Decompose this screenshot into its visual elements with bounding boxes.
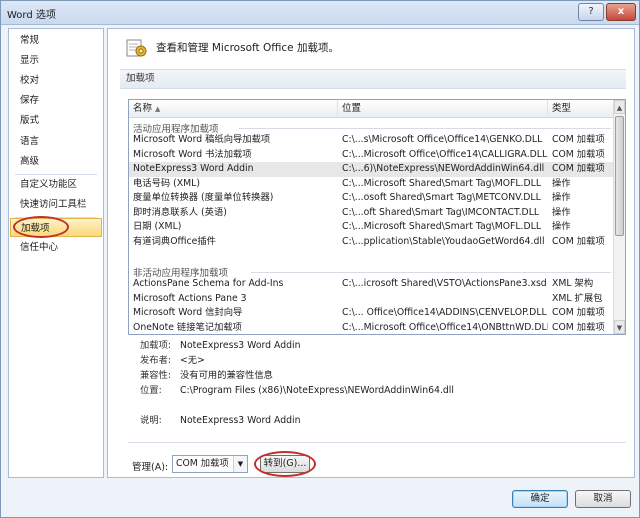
nav-item-customize-ribbon[interactable]: 自定义功能区 [10,175,102,194]
table-row[interactable]: 即时消息联系人 (英语) C:\...oft Shared\Smart Tag\… [129,206,614,221]
addin-gear-icon [126,39,147,57]
table-row-selected[interactable]: NoteExpress3 Word Addin C:\...6)\NoteExp… [129,162,614,177]
manage-select[interactable]: COM 加载项 ▼ [172,455,248,473]
nav-item-general[interactable]: 常规 [10,31,102,50]
nav-item-display[interactable]: 显示 [10,51,102,70]
group-divider [239,128,611,129]
group-divider [251,272,611,273]
nav-item-trust-center[interactable]: 信任中心 [10,238,102,257]
options-nav: 常规 显示 校对 保存 版式 语言 高级 自定义功能区 快速访问工具栏 加载项 … [8,28,104,478]
close-button[interactable]: x [606,3,636,21]
table-row[interactable]: 度量单位转换器 (度量单位转换器) C:\...osoft Shared\Sma… [129,191,614,206]
table-row[interactable]: Microsoft Actions Pane 3 XML 扩展包 [129,292,614,307]
title-bar[interactable]: Word 选项 ? x [1,1,639,25]
section-title: 加载项 [120,69,626,89]
addins-list[interactable]: 名称 ▲ 位置 类型 活动应用程序加载项 Microsoft Word 稿纸向导加… [128,99,626,335]
table-row[interactable]: Microsoft Word 信封向导 C:\... Office\Office… [129,306,614,321]
table-row[interactable]: 有道词典Office插件 C:\...pplication\Stable\You… [129,235,614,250]
nav-item-quick-access-toolbar[interactable]: 快速访问工具栏 [10,195,102,214]
help-button[interactable]: ? [578,3,604,21]
table-row[interactable]: 电话号码 (XML) C:\...Microsoft Shared\Smart … [129,177,614,192]
scrollbar-thumb[interactable] [615,116,624,236]
table-row[interactable]: Microsoft Word 书法加载项 C:\...Microsoft Off… [129,148,614,163]
list-header: 名称 ▲ 位置 类型 [129,100,614,118]
nav-item-language[interactable]: 语言 [10,132,102,151]
sort-ascending-icon: ▲ [155,105,161,113]
window-title: Word 选项 [7,10,56,21]
cancel-button[interactable]: 取消 [575,490,631,508]
scroll-up-icon[interactable]: ▲ [614,100,625,114]
goto-button[interactable]: 转到(G)... [260,455,310,473]
table-row[interactable]: ActionsPane Schema for Add-Ins C:\...icr… [129,277,614,292]
nav-item-typography[interactable]: 版式 [10,111,102,130]
manage-divider [128,442,626,443]
nav-item-save[interactable]: 保存 [10,91,102,110]
list-scrollbar[interactable]: ▲ ▼ [613,100,625,334]
ok-button[interactable]: 确定 [512,490,568,508]
chevron-down-icon[interactable]: ▼ [233,456,247,472]
column-header-location[interactable]: 位置 [338,100,548,118]
manage-label: 管理(A): [132,462,169,473]
table-row[interactable]: 日期 (XML) C:\...Microsoft Shared\Smart Ta… [129,220,614,235]
column-header-name[interactable]: 名称 ▲ [129,100,338,118]
page-description: 查看和管理 Microsoft Office 加载项。 [156,42,339,54]
table-row[interactable]: Microsoft Word 稿纸向导加载项 C:\...s\Microsoft… [129,133,614,148]
word-options-dialog: Word 选项 ? x 常规 显示 校对 保存 版式 语言 高级 自定义功能区 … [0,0,640,518]
addins-panel: 查看和管理 Microsoft Office 加载项。 加载项 名称 ▲ 位置 类… [107,28,635,478]
table-row[interactable]: OneNote 链接笔记加载项 C:\...Microsoft Office\O… [129,321,614,335]
nav-item-proofing[interactable]: 校对 [10,71,102,90]
nav-item-addins[interactable]: 加载项 [10,218,102,237]
nav-item-advanced[interactable]: 高级 [10,152,102,171]
column-header-type[interactable]: 类型 [548,100,614,118]
scroll-down-icon[interactable]: ▼ [614,320,625,334]
